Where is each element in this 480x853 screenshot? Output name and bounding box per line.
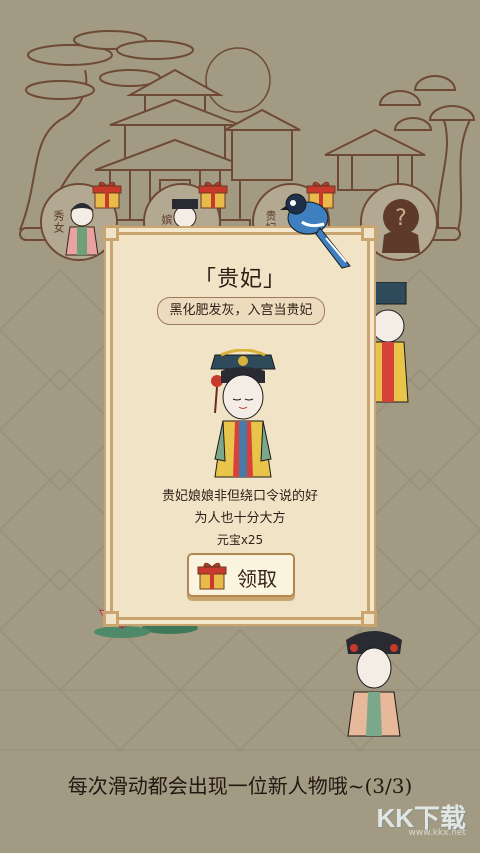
- gift-box-icon[interactable]: [92, 180, 122, 210]
- dialog-description-line-1: 贵妃娘娘非但绕口令说的好: [161, 489, 318, 504]
- progress-hint: 每次滑动都会出现一位新人物哦~(3/3): [67, 774, 413, 798]
- dialog-corner: [103, 225, 119, 241]
- character-slot-3-label: 贵妃: [264, 210, 277, 234]
- gift-box-icon[interactable]: [198, 180, 228, 210]
- claim-button-label: 领取: [237, 567, 277, 591]
- dialog-description-line-2: 为人也十分大方: [194, 511, 286, 526]
- dialog-corner: [103, 611, 119, 627]
- character-unlock-dialog: 「贵妃」 黑化肥发灰，入宫当贵妃 贵妃娘娘非但绕口令说的好 为人也十分大方 元宝…: [103, 225, 377, 627]
- site-watermark-url: www.kkx.net: [408, 828, 467, 838]
- reward-amount: 元宝x25: [216, 533, 264, 547]
- consort-portrait-icon: [210, 349, 276, 478]
- dialog-corner: [361, 611, 377, 627]
- dialog-subtitle: 黑化肥发灰，入宫当贵妃: [157, 297, 325, 325]
- magpie-bird-icon: [280, 193, 351, 269]
- locked-question-mark: ?: [395, 206, 407, 231]
- character-slot-locked[interactable]: ?: [360, 183, 438, 261]
- claim-button[interactable]: 领取: [187, 553, 295, 597]
- character-slot-1-label: 秀女: [52, 210, 65, 234]
- gift-box-icon: [197, 562, 227, 590]
- character-slot-2-label: 嫔: [160, 214, 173, 226]
- board-character-bottom[interactable]: [342, 626, 406, 738]
- dialog-corner: [361, 225, 377, 241]
- board-character-right[interactable]: [366, 282, 410, 407]
